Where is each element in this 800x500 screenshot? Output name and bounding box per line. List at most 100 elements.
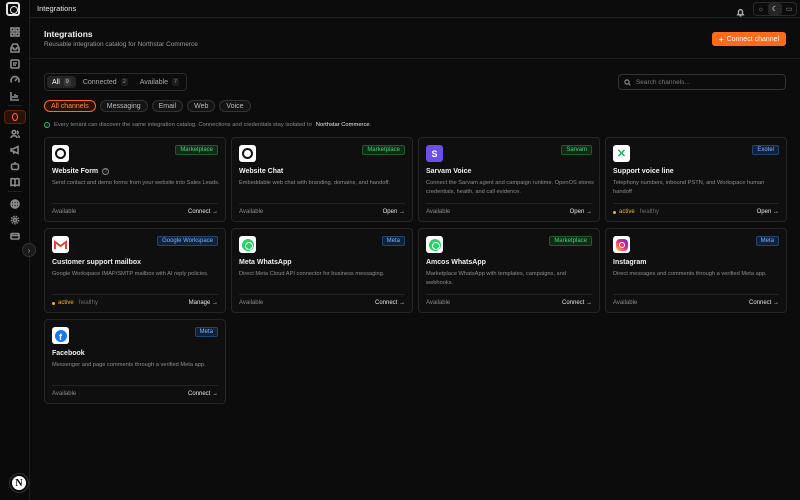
card-description: Direct messages and comments through a v… [613, 271, 767, 277]
integration-card-website-form[interactable]: Marketplace Website Form? Send contact a… [44, 137, 226, 222]
list-icon[interactable] [9, 58, 20, 69]
card-action-link[interactable]: Connect → [749, 300, 779, 306]
card-title: Facebook [52, 350, 85, 357]
integrations-nav-active[interactable] [4, 110, 26, 124]
sarvam-icon: S [426, 145, 443, 162]
card-action-link[interactable]: Connect → [188, 209, 218, 215]
integration-card-website-chat[interactable]: Marketplace Website Chat Embeddable web … [231, 137, 413, 222]
tab-available[interactable]: Available 7 [135, 76, 184, 88]
theme-switcher: ☼ ☾ ▭ [753, 2, 797, 16]
gmail-icon [52, 236, 69, 253]
search-input[interactable] [635, 78, 785, 86]
integration-card-amcos-whatsapp[interactable]: Marketplace Amcos WhatsApp Marketplace W… [418, 228, 600, 313]
provider-badge: Sarvam [561, 145, 592, 155]
moon-icon[interactable]: ☾ [768, 3, 782, 15]
card-action-link[interactable]: Open → [570, 209, 592, 215]
page-subtitle: Reusable integration catalog for Northst… [44, 41, 198, 48]
notice-org: Northstar Commerce [315, 122, 370, 128]
card-action-link[interactable]: Connect → [375, 300, 405, 306]
card-action-link[interactable]: Connect → [188, 391, 218, 397]
tab-connected[interactable]: Connected 2 [78, 76, 133, 88]
card-description: Direct Meta Cloud API connector for busi… [239, 271, 385, 277]
card-action-link[interactable]: Manage → [189, 300, 218, 306]
search-box [618, 74, 786, 90]
inbox-icon[interactable] [9, 42, 20, 53]
filter-all-channels[interactable]: All channels [44, 100, 96, 112]
megaphone-icon[interactable] [9, 144, 20, 155]
card-health: healthy [78, 300, 99, 306]
monitor-icon[interactable]: ▭ [782, 3, 796, 15]
telephony-icon: ✕ [613, 145, 630, 162]
bell-icon[interactable] [736, 4, 746, 17]
card-status: Available [239, 209, 264, 215]
globe-icon[interactable] [9, 198, 20, 209]
app-logo-icon[interactable] [6, 2, 20, 16]
settings-icon[interactable] [9, 214, 20, 225]
card-description: Send contact and demo forms from your we… [52, 180, 220, 186]
integration-card-customer-support-mailbox[interactable]: Google Workspace Customer support mailbo… [44, 228, 226, 313]
tab-all[interactable]: All 9 [47, 76, 76, 88]
tab-label: Available [139, 78, 169, 86]
tab-count: 2 [120, 78, 128, 86]
facebook-glyph: f [54, 329, 67, 342]
card-title: Instagram [613, 259, 647, 266]
billing-icon[interactable] [9, 230, 20, 241]
plus-icon: + [718, 34, 724, 44]
card-title: Meta WhatsApp [239, 259, 292, 266]
card-description: Messenger and page comments through a ve… [52, 362, 206, 368]
provider-badge: Meta [194, 327, 218, 337]
users-icon[interactable] [9, 128, 20, 139]
filter-voice[interactable]: Voice [219, 100, 251, 112]
top-bar: Integrations ☼ ☾ ▭ [30, 0, 800, 18]
card-action-link[interactable]: Open → [383, 209, 405, 215]
card-description: Marketplace WhatsApp with templates, cam… [426, 271, 567, 286]
integration-card-instagram[interactable]: Meta Instagram Direct messages and comme… [605, 228, 787, 313]
integration-card-facebook[interactable]: f Meta Facebook Messenger and page comme… [44, 319, 226, 404]
provider-badge: Exotel [752, 145, 779, 155]
tab-count: 9 [63, 78, 71, 86]
website-form-icon [52, 145, 69, 162]
card-title: Sarvam Voice [426, 168, 472, 175]
help-icon[interactable]: ? [102, 168, 110, 175]
provider-badge: Marketplace [549, 236, 592, 246]
card-title: Amcos WhatsApp [426, 259, 486, 266]
whatsapp-icon [239, 236, 256, 253]
gauge-icon[interactable] [9, 74, 20, 85]
topbar-title: Integrations [37, 4, 77, 13]
website-chat-icon [239, 145, 256, 162]
integration-card-meta-whatsapp[interactable]: Meta Meta WhatsApp Direct Meta Cloud API… [231, 228, 413, 313]
isolation-notice: ✓ Every tenant can discover the same int… [44, 122, 371, 128]
sun-icon[interactable]: ☼ [754, 3, 768, 15]
card-title: Support voice line [613, 168, 674, 175]
provider-badge: Marketplace [362, 145, 405, 155]
card-status: Available [52, 209, 77, 215]
notice-end: . [369, 122, 372, 128]
user-avatar[interactable]: N [10, 474, 28, 492]
bot-icon[interactable] [9, 160, 20, 171]
integration-card-sarvam-voice[interactable]: S Sarvam Sarvam Voice Connect the Sarvam… [418, 137, 600, 222]
card-status: active [619, 209, 635, 215]
card-description: Telephony numbers, inbound PSTN, and Wor… [613, 180, 765, 195]
card-status: Available [426, 209, 451, 215]
tab-count: 7 [172, 78, 180, 86]
status-dot-icon [613, 210, 616, 214]
connect-channel-button[interactable]: + Connect channel [712, 32, 786, 46]
tab-label: All [52, 78, 60, 86]
card-status: Available [239, 300, 264, 306]
chart-icon[interactable] [9, 90, 20, 101]
filter-email[interactable]: Email [151, 100, 184, 112]
page-title: Integrations [44, 29, 93, 39]
card-action-link[interactable]: Open → [757, 209, 779, 215]
filter-web[interactable]: Web [187, 100, 216, 112]
card-status: Available [52, 391, 77, 397]
integration-card-support-voice-line[interactable]: ✕ Exotel Support voice line Telephony nu… [605, 137, 787, 222]
collapse-sidebar-button[interactable]: › [22, 243, 36, 257]
left-rail: › N [0, 0, 36, 500]
dashboard-icon[interactable] [9, 26, 20, 37]
book-icon[interactable] [9, 176, 20, 187]
filter-messaging[interactable]: Messaging [99, 100, 148, 112]
card-action-link[interactable]: Connect → [562, 300, 592, 306]
card-status: Available [426, 300, 451, 306]
card-title: Website Form [52, 168, 99, 175]
integrations-icon [12, 113, 18, 121]
